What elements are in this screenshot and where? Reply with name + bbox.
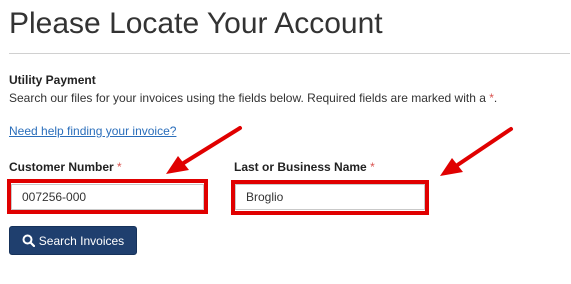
annotation-arrow-customer-number [166, 126, 242, 174]
instructions-body: Search our files for your invoices using… [9, 91, 490, 105]
last-or-business-name-label-text: Last or Business Name [234, 160, 367, 174]
title-divider [9, 53, 570, 54]
instructions-end: . [493, 91, 498, 105]
customer-number-required-marker: * [117, 160, 122, 174]
search-icon [22, 234, 35, 247]
annotation-arrow-last-name [440, 127, 513, 176]
customer-number-label-text: Customer Number [9, 160, 114, 174]
instructions-text: Search our files for your invoices using… [9, 91, 497, 105]
help-finding-invoice-link[interactable]: Need help finding your invoice? [9, 124, 176, 138]
section-heading: Utility Payment [9, 73, 96, 87]
page-title: Please Locate Your Account [9, 7, 383, 40]
search-invoices-label: Search Invoices [38, 233, 125, 248]
customer-number-label: Customer Number * [9, 160, 122, 174]
last-or-business-name-label: Last or Business Name * [234, 160, 375, 174]
last-or-business-name-input[interactable] [235, 184, 425, 210]
search-invoices-button[interactable]: Search Invoices [9, 226, 137, 255]
customer-number-input[interactable] [11, 184, 204, 210]
last-or-business-name-required-marker: * [370, 160, 375, 174]
